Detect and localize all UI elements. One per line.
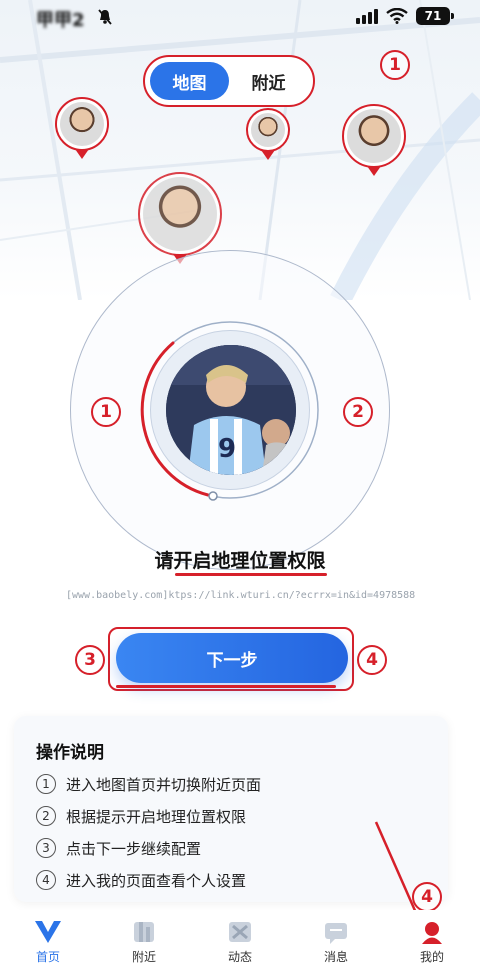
instruction-step: 3 点击下一步继续配置: [36, 832, 261, 864]
map-user-pin[interactable]: [246, 108, 290, 160]
signal-icon: [356, 8, 378, 24]
instruction-title: 操作说明: [36, 743, 104, 763]
user-photo: 9: [166, 345, 296, 475]
instruction-step: 4 进入我的页面查看个人设置: [36, 864, 261, 896]
next-step-button[interactable]: 下一步: [116, 633, 348, 683]
map-user-pin[interactable]: [342, 104, 406, 176]
nav-label: 动态: [227, 950, 252, 964]
nearby-icon: [130, 918, 158, 946]
nav-label: 消息: [323, 950, 348, 964]
annotation-4-right: 4: [357, 645, 387, 675]
wifi-icon: [386, 8, 408, 24]
nav-messages[interactable]: 消息: [296, 918, 376, 965]
step-text: 进入我的页面查看个人设置: [66, 871, 247, 890]
profile-icon: [418, 918, 446, 946]
status-bar: 甲甲2 71: [0, 0, 480, 36]
annotation-2-right: 2: [343, 397, 373, 427]
step-text: 根据提示开启地理位置权限: [66, 807, 247, 826]
avatar: [143, 177, 217, 251]
nav-feed[interactable]: 动态: [200, 918, 280, 965]
next-button-underline: [116, 685, 336, 688]
nav-label: 我的: [419, 950, 444, 964]
avatar: [60, 102, 104, 146]
map-nearby-toggle: 地图 附近: [143, 55, 315, 107]
feed-icon: [226, 918, 254, 946]
step-number: 2: [36, 806, 56, 826]
instruction-step: 2 根据提示开启地理位置权限: [36, 800, 261, 832]
bottom-nav: 首页 附近 动态 消息 我的: [0, 910, 480, 971]
map-user-pin[interactable]: [138, 172, 222, 264]
annotation-3-left: 3: [75, 645, 105, 675]
instruction-step: 1 进入地图首页并切换附近页面: [36, 768, 261, 800]
step-number: 1: [36, 774, 56, 794]
permission-title: 请开启地理位置权限: [154, 550, 326, 572]
instruction-steps: 1 进入地图首页并切换附近页面 2 根据提示开启地理位置权限 3 点击下一步继续…: [36, 768, 261, 896]
home-v-icon: [34, 918, 62, 946]
step-number: 4: [36, 870, 56, 890]
step-text: 进入地图首页并切换附近页面: [66, 775, 262, 794]
bell-muted-icon: [98, 9, 112, 25]
annotation-4-nav: 4: [412, 882, 442, 912]
map-user-pin[interactable]: [55, 97, 109, 159]
avatar: [347, 109, 401, 163]
annotation-1-left: 1: [91, 397, 121, 427]
svg-text:9: 9: [218, 434, 236, 464]
nav-nearby[interactable]: 附近: [104, 918, 184, 965]
nav-label: 附近: [131, 950, 156, 964]
nav-label: 首页: [35, 950, 60, 964]
annotation-1-top: 1: [380, 50, 410, 80]
avatar: [251, 113, 285, 147]
message-icon: [322, 918, 350, 946]
watermark-url: [www.baobely.com]ktps://link.wturi.cn/?e…: [66, 590, 416, 601]
tab-nearby[interactable]: 附近: [229, 62, 308, 100]
battery-indicator: 71: [416, 7, 454, 25]
permission-underline: [175, 573, 327, 576]
status-time: 甲甲2: [36, 10, 85, 31]
nav-profile[interactable]: 我的: [392, 918, 472, 965]
tab-map[interactable]: 地图: [150, 62, 229, 100]
step-number: 3: [36, 838, 56, 858]
nav-home[interactable]: 首页: [8, 918, 88, 965]
step-text: 点击下一步继续配置: [66, 839, 202, 858]
